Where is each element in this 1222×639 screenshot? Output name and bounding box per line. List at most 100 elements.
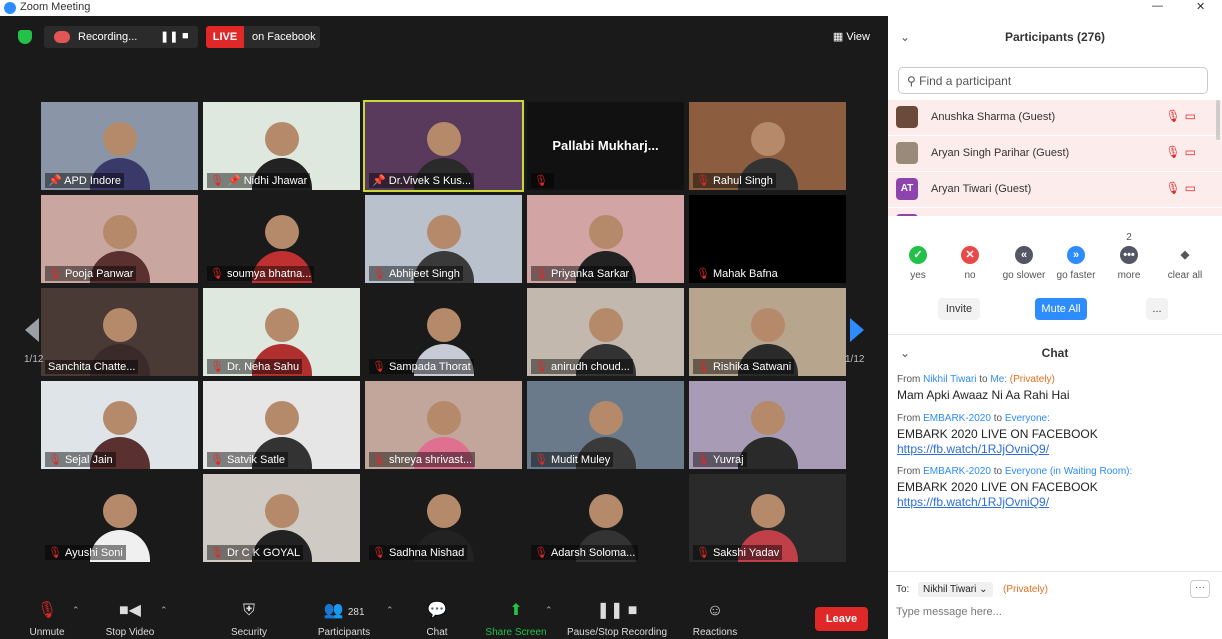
more-options-button[interactable]: ... [1146, 298, 1168, 320]
participants-icon: 👥 281 [323, 602, 365, 619]
pause-stop-icon: ❚❚ ■ [596, 602, 638, 619]
video-tile[interactable]: 🎙 Mahak Bafna [689, 195, 846, 283]
reaction-go-slower-button[interactable]: « go slower [998, 246, 1050, 281]
mute-all-button[interactable]: Mute All [1035, 298, 1087, 320]
participant-name-label: 🎙 anirudh choud... [531, 359, 633, 374]
participant-name: Rishika Satwani [712, 361, 792, 373]
previous-page-arrow-icon[interactable] [25, 318, 39, 342]
participant-list-scrollbar[interactable] [1216, 100, 1220, 140]
invite-button[interactable]: Invite [938, 298, 980, 320]
participant-face [427, 215, 461, 249]
chat-message-link[interactable]: https://fb.watch/1RJjOvniQ9/ [897, 442, 1213, 456]
go-slower-icon: « [1015, 246, 1033, 264]
video-tile[interactable]: 🎙 Pooja Panwar [41, 195, 198, 283]
live-stream-indicator[interactable]: LIVE on Facebook [206, 26, 320, 48]
participant-row[interactable]: Aryan Singh Parihar (Guest) 🎙▭ [888, 136, 1222, 172]
reaction-yes-button[interactable]: ✓ yes [892, 246, 944, 281]
video-tile[interactable]: 🎙 Sakshi Yadav [689, 474, 846, 562]
video-tile[interactable]: 📌 APD Indore [41, 102, 198, 190]
participant-name: Rahul Singh [712, 175, 773, 187]
video-tile[interactable]: 🎙 Yuvraj [689, 381, 846, 469]
video-tile[interactable]: 🎙 Sejal Jain [41, 381, 198, 469]
close-button[interactable]: ✕ [1196, 0, 1205, 13]
stop-video-button[interactable]: ■◀ Stop Video [90, 601, 170, 638]
muted-mic-icon: 🎙 [696, 454, 710, 466]
chat-composer: To: Nikhil Tiwari ⌄ (Privately) ··· Type… [888, 571, 1222, 639]
no-icon: ✕ [961, 246, 979, 264]
video-tile[interactable]: 🎙 Adarsh Soloma... [527, 474, 684, 562]
video-tile[interactable]: 🎙 Sampada Thorat [365, 288, 522, 376]
video-tile[interactable]: 🎙 Abhijeet Singh [365, 195, 522, 283]
page-indicator-left: 1/12 [24, 354, 44, 365]
muted-mic-icon: 🎙 [1165, 181, 1185, 195]
pause-recording-icon[interactable]: ❚❚ [160, 30, 178, 43]
chat-header: ⌄ Chat [888, 338, 1222, 368]
encryption-shield-icon[interactable] [18, 30, 32, 44]
participant-face [427, 494, 461, 528]
recipient-select[interactable]: Nikhil Tiwari ⌄ [918, 582, 993, 597]
avatar [896, 106, 918, 128]
video-tile[interactable]: 🎙 Sadhna Nishad [365, 474, 522, 562]
muted-mic-icon: 🎙 [534, 175, 548, 187]
chat-message-link[interactable]: https://fb.watch/1RJjOvniQ9/ [897, 495, 1213, 509]
participant-name: Adarsh Soloma... [550, 547, 636, 559]
chat-more-button[interactable]: ··· [1190, 580, 1210, 598]
video-tile[interactable]: 🎙 soumya bhatna... [203, 195, 360, 283]
participant-face [103, 401, 137, 435]
video-tile[interactable]: 🎙 Ayushi Soni [41, 474, 198, 562]
video-tile[interactable]: 🎙 Mudit Muley [527, 381, 684, 469]
chat-title: Chat [1041, 346, 1069, 360]
chat-button[interactable]: 💬 Chat [397, 601, 477, 638]
audio-options-chevron-icon[interactable]: ⌃ [72, 605, 80, 616]
view-button[interactable]: ▦ View [833, 30, 870, 43]
chat-message-text: EMBARK 2020 LIVE ON FACEBOOK [897, 427, 1098, 441]
reaction-smiley-icon: ☺ [706, 602, 724, 619]
pin-icon: 📌 [226, 175, 244, 187]
video-tile[interactable]: 🎙 Dr C K GOYAL [203, 474, 360, 562]
video-tile[interactable]: Sanchita Chatte... [41, 288, 198, 376]
leave-button[interactable]: Leave [815, 607, 868, 631]
participant-name-label: 🎙 shreya shrivast... [369, 452, 476, 467]
video-tile[interactable]: 🎙 📌 Nidhi Jhawar [203, 102, 360, 190]
video-off-icon: ▭ [1184, 109, 1200, 123]
security-button[interactable]: ⛨ Security [209, 601, 289, 638]
participant-search-input[interactable]: ⚲ Find a participant [898, 67, 1208, 94]
video-off-icon: ▭ [1184, 181, 1200, 195]
reactions-button[interactable]: ☺ Reactions [675, 601, 755, 638]
video-tile[interactable]: 🎙 Dr. Neha Sahu [203, 288, 360, 376]
participant-name-label: 🎙 📌 Nidhi Jhawar [207, 173, 311, 188]
pin-icon: 📌 [372, 175, 389, 187]
video-tile[interactable]: 🎙 shreya shrivast... [365, 381, 522, 469]
minimize-button[interactable]: — [1152, 0, 1163, 12]
reaction-clear-all-button[interactable]: ◆ clear all [1159, 246, 1211, 281]
participant-row[interactable]: Anushka Sharma (Guest) 🎙▭ [888, 100, 1222, 136]
reaction-go-faster-button[interactable]: » go faster [1050, 246, 1102, 281]
participant-row[interactable]: 🎙▭ [888, 208, 1222, 216]
muted-mic-icon: 🎙 [1165, 145, 1185, 159]
video-tile[interactable]: 🎙 Rahul Singh [689, 102, 846, 190]
muted-status-icons: 🎙▭ [1165, 181, 1200, 195]
share-options-chevron-icon[interactable]: ⌃ [545, 605, 553, 616]
video-tile[interactable]: Pallabi Mukharj... 🎙 [527, 102, 684, 190]
participant-face [103, 122, 137, 156]
video-tile[interactable]: 🎙 Priyanka Sarkar [527, 195, 684, 283]
video-options-chevron-icon[interactable]: ⌃ [160, 605, 168, 616]
muted-mic-icon: 🎙 [534, 268, 548, 280]
share-screen-button[interactable]: ⬆ Share Screen [476, 601, 556, 638]
chat-message-input[interactable]: Type message here... [896, 606, 1002, 618]
video-tile[interactable]: 🎙 Rishika Satwani [689, 288, 846, 376]
participants-button[interactable]: 👥 281 Participants [304, 601, 384, 638]
reaction-no-button[interactable]: ✕ no [944, 246, 996, 281]
reaction-more-button[interactable]: 2 ••• more [1103, 232, 1155, 281]
video-tile[interactable]: 🎙 anirudh choud... [527, 288, 684, 376]
participant-row[interactable]: AT Aryan Tiwari (Guest) 🎙▭ [888, 172, 1222, 208]
pause-stop-recording-button[interactable]: ❚❚ ■ Pause/Stop Recording [565, 601, 669, 638]
participant-face [427, 308, 461, 342]
next-page-arrow-icon[interactable] [850, 318, 864, 342]
recipient-name: Everyone (in Waiting Room): [1004, 466, 1133, 477]
stop-recording-icon[interactable]: ■ [182, 30, 189, 42]
video-tile[interactable]: 📌 Dr.Vivek S Kus... [363, 100, 524, 192]
video-tile[interactable]: 🎙 Satvik Satle [203, 381, 360, 469]
muted-mic-icon: 🎙 [696, 268, 710, 280]
participants-options-chevron-icon[interactable]: ⌃ [386, 605, 394, 616]
